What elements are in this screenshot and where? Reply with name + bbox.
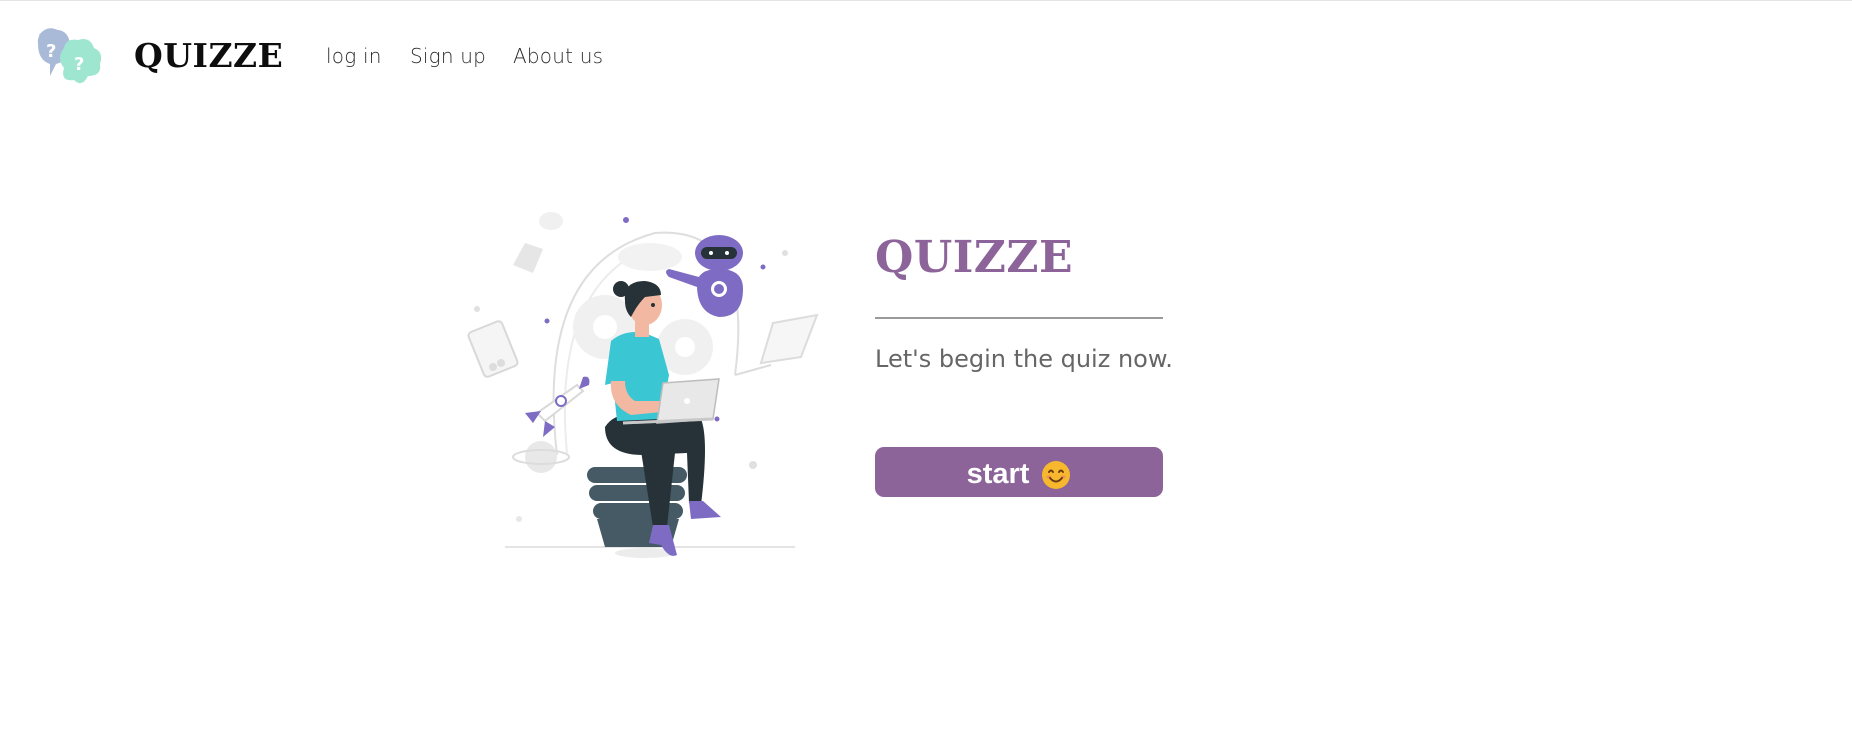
navbar: ? ? QUIZZE log in Sign up About us xyxy=(0,0,1852,118)
nav-about-link[interactable]: About us xyxy=(513,44,603,68)
divider xyxy=(875,317,1163,319)
nav-signup-link[interactable]: Sign up xyxy=(410,44,486,68)
svg-text:?: ? xyxy=(46,41,56,62)
brand-name[interactable]: QUIZZE xyxy=(134,36,283,75)
smiling-face-icon xyxy=(1041,460,1071,490)
start-button-label: start xyxy=(966,458,1030,490)
hero-subtitle: Let's begin the quiz now. xyxy=(875,345,1173,373)
nav-login-link[interactable]: log in xyxy=(326,44,382,68)
start-button[interactable]: start xyxy=(875,447,1163,497)
hero-title: QUIZZE xyxy=(875,232,1074,283)
person-with-laptop-and-robot-illustration xyxy=(465,205,825,570)
question-bubbles-icon[interactable]: ? ? xyxy=(34,24,110,94)
svg-text:?: ? xyxy=(74,54,84,75)
